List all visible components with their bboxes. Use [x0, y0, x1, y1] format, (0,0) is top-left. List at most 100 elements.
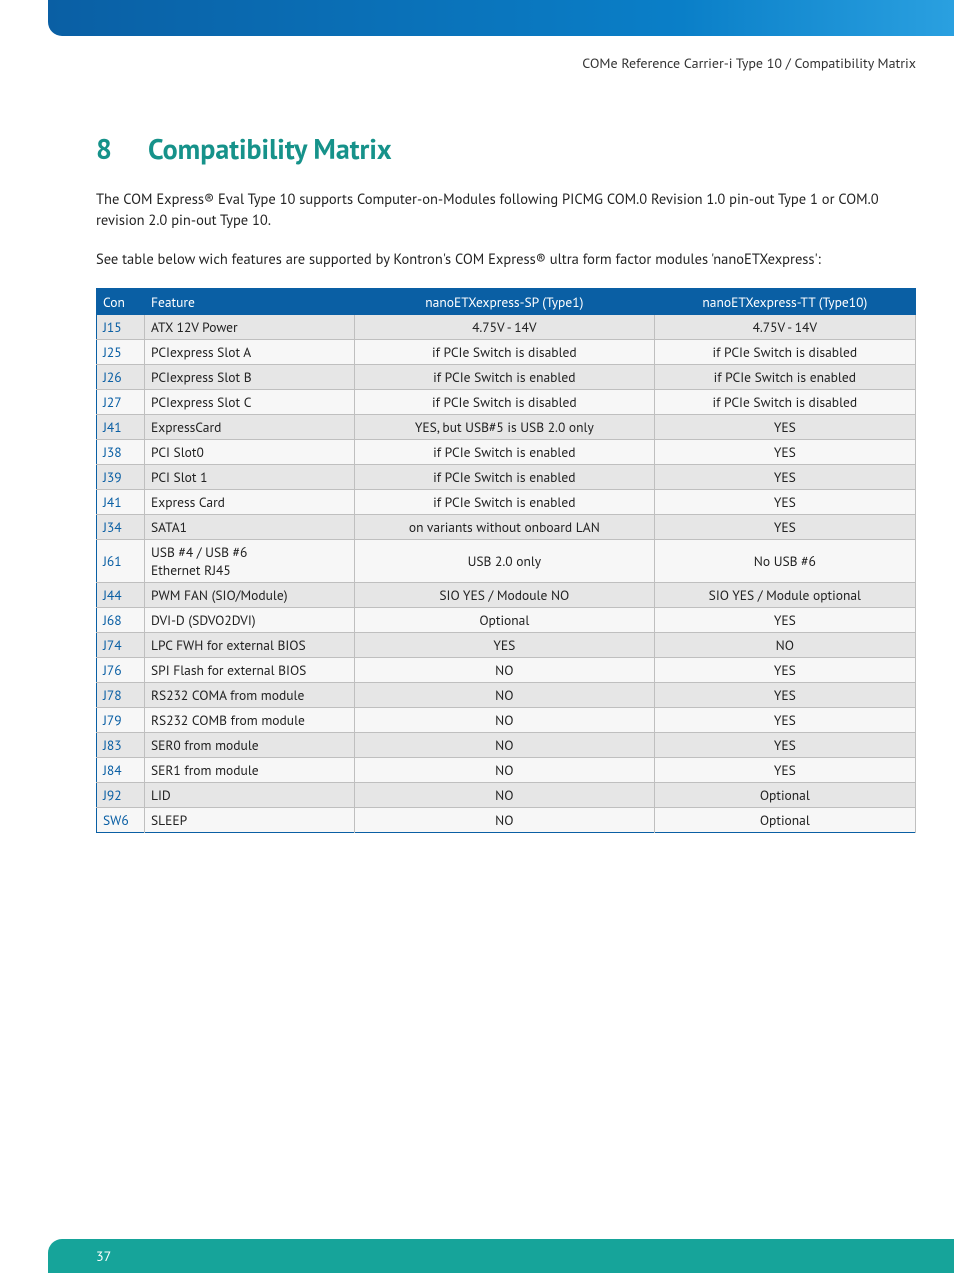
- cell-sp: if PCIe Switch is disabled: [355, 340, 655, 365]
- cell-feature: SPI Flash for external BIOS: [145, 658, 355, 683]
- cell-con: SW6: [97, 808, 145, 833]
- breadcrumb: COMe Reference Carrier-i Type 10 / Compa…: [582, 54, 916, 72]
- cell-sp: if PCIe Switch is disabled: [355, 390, 655, 415]
- table-row: J68DVI-D (SDVO2DVI)OptionalYES: [97, 608, 916, 633]
- table-row: J41ExpressCardYES, but USB#5 is USB 2.0 …: [97, 415, 916, 440]
- cell-sp: Optional: [355, 608, 655, 633]
- cell-con: J26: [97, 365, 145, 390]
- table-row: J27PCIexpress Slot Cif PCIe Switch is di…: [97, 390, 916, 415]
- cell-feature: SER1 from module: [145, 758, 355, 783]
- cell-con: J39: [97, 465, 145, 490]
- page-number: 37: [96, 1247, 111, 1265]
- cell-tt: YES: [654, 440, 915, 465]
- cell-sp: SIO YES / Modoule NO: [355, 583, 655, 608]
- cell-con: J84: [97, 758, 145, 783]
- table-row: J38PCI Slot0if PCIe Switch is enabledYES: [97, 440, 916, 465]
- table-header-row: Con Feature nanoETXexpress-SP (Type1) na…: [97, 289, 916, 316]
- table-row: J15ATX 12V Power4.75V - 14V4.75V - 14V: [97, 315, 916, 340]
- table-row: J61USB #4 / USB #6Ethernet RJ45USB 2.0 o…: [97, 540, 916, 583]
- cell-feature: LID: [145, 783, 355, 808]
- table-row: J34SATA1on variants without onboard LANY…: [97, 515, 916, 540]
- col-header-sp: nanoETXexpress-SP (Type1): [355, 289, 655, 316]
- table-row: J26PCIexpress Slot Bif PCIe Switch is en…: [97, 365, 916, 390]
- cell-tt: YES: [654, 490, 915, 515]
- cell-con: J61: [97, 540, 145, 583]
- cell-con: J38: [97, 440, 145, 465]
- table-row: J78RS232 COMA from moduleNOYES: [97, 683, 916, 708]
- cell-sp: if PCIe Switch is enabled: [355, 365, 655, 390]
- intro-paragraph-2: See table below wich features are suppor…: [96, 249, 916, 270]
- section-heading: 8Compatibility Matrix: [96, 130, 916, 167]
- col-header-tt: nanoETXexpress-TT (Type10): [654, 289, 915, 316]
- cell-con: J78: [97, 683, 145, 708]
- top-accent-bar: [48, 0, 954, 36]
- table-row: J39PCI Slot 1if PCIe Switch is enabledYE…: [97, 465, 916, 490]
- section-number: 8: [96, 130, 148, 167]
- cell-con: J68: [97, 608, 145, 633]
- cell-tt: Optional: [654, 808, 915, 833]
- cell-sp: YES: [355, 633, 655, 658]
- table-row: J25PCIexpress Slot Aif PCIe Switch is di…: [97, 340, 916, 365]
- cell-con: J79: [97, 708, 145, 733]
- col-header-con: Con: [97, 289, 145, 316]
- col-header-feature: Feature: [145, 289, 355, 316]
- cell-feature: PCI Slot0: [145, 440, 355, 465]
- table-row: SW6SLEEPNOOptional: [97, 808, 916, 833]
- cell-con: J41: [97, 415, 145, 440]
- intro-paragraph-1: The COM Express® Eval Type 10 supports C…: [96, 189, 916, 231]
- cell-con: J92: [97, 783, 145, 808]
- page-content: 8Compatibility Matrix The COM Express® E…: [96, 130, 916, 833]
- cell-tt: 4.75V - 14V: [654, 315, 915, 340]
- cell-sp: YES, but USB#5 is USB 2.0 only: [355, 415, 655, 440]
- cell-feature: ExpressCard: [145, 415, 355, 440]
- cell-feature: RS232 COMA from module: [145, 683, 355, 708]
- cell-tt: No USB #6: [654, 540, 915, 583]
- cell-tt: YES: [654, 658, 915, 683]
- cell-sp: NO: [355, 683, 655, 708]
- cell-sp: NO: [355, 708, 655, 733]
- cell-sp: USB 2.0 only: [355, 540, 655, 583]
- cell-feature: PCI Slot 1: [145, 465, 355, 490]
- cell-sp: NO: [355, 758, 655, 783]
- cell-con: J27: [97, 390, 145, 415]
- cell-sp: NO: [355, 808, 655, 833]
- cell-con: J15: [97, 315, 145, 340]
- cell-tt: YES: [654, 758, 915, 783]
- cell-sp: 4.75V - 14V: [355, 315, 655, 340]
- table-row: J92LIDNOOptional: [97, 783, 916, 808]
- cell-con: J25: [97, 340, 145, 365]
- page-footer: 37: [48, 1239, 954, 1273]
- table-row: J44PWM FAN (SIO/Module)SIO YES / Modoule…: [97, 583, 916, 608]
- cell-con: J74: [97, 633, 145, 658]
- cell-feature: Express Card: [145, 490, 355, 515]
- cell-tt: YES: [654, 415, 915, 440]
- cell-con: J34: [97, 515, 145, 540]
- cell-feature: USB #4 / USB #6Ethernet RJ45: [145, 540, 355, 583]
- cell-sp: NO: [355, 733, 655, 758]
- cell-sp: if PCIe Switch is enabled: [355, 465, 655, 490]
- cell-feature: SATA1: [145, 515, 355, 540]
- cell-tt: NO: [654, 633, 915, 658]
- cell-con: J76: [97, 658, 145, 683]
- cell-feature: PCIexpress Slot A: [145, 340, 355, 365]
- table-row: J84SER1 from moduleNOYES: [97, 758, 916, 783]
- table-row: J76SPI Flash for external BIOSNOYES: [97, 658, 916, 683]
- cell-tt: if PCIe Switch is disabled: [654, 340, 915, 365]
- cell-tt: YES: [654, 708, 915, 733]
- cell-tt: YES: [654, 465, 915, 490]
- table-row: J83SER0 from moduleNOYES: [97, 733, 916, 758]
- cell-con: J44: [97, 583, 145, 608]
- table-row: J74LPC FWH for external BIOSYESNO: [97, 633, 916, 658]
- cell-sp: if PCIe Switch is enabled: [355, 440, 655, 465]
- cell-feature: ATX 12V Power: [145, 315, 355, 340]
- cell-tt: YES: [654, 733, 915, 758]
- cell-feature: LPC FWH for external BIOS: [145, 633, 355, 658]
- cell-tt: YES: [654, 683, 915, 708]
- cell-feature: PWM FAN (SIO/Module): [145, 583, 355, 608]
- table-row: J41Express Cardif PCIe Switch is enabled…: [97, 490, 916, 515]
- cell-sp: NO: [355, 658, 655, 683]
- cell-con: J41: [97, 490, 145, 515]
- cell-feature: PCIexpress Slot B: [145, 365, 355, 390]
- cell-feature: SER0 from module: [145, 733, 355, 758]
- compatibility-table: Con Feature nanoETXexpress-SP (Type1) na…: [96, 288, 916, 833]
